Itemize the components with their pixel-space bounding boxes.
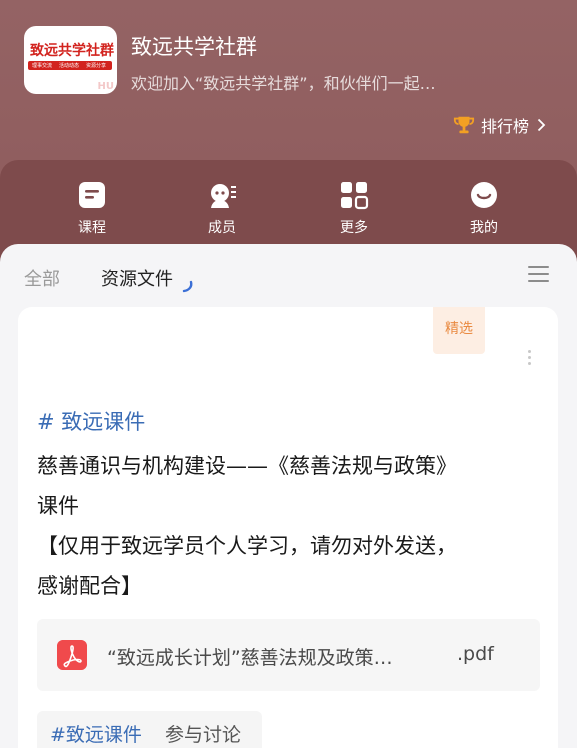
logo-banner-item: 资源分享 xyxy=(86,63,107,69)
logo-banner-item: 活动动态 xyxy=(59,63,80,69)
nav-label: 我的 xyxy=(470,220,498,236)
ranking-label: 排行榜 xyxy=(481,117,530,136)
logo-corner-text: HU xyxy=(97,81,115,92)
logo-text: 致远共学社群 xyxy=(30,43,114,59)
file-extension: .pdf xyxy=(457,643,494,665)
group-logo[interactable]: 致远共学社群 理事交流 活动动态 资源分享 HU xyxy=(24,26,117,94)
nav-item-mine[interactable]: 我的 xyxy=(439,180,529,237)
post-line: 课件 xyxy=(37,494,79,518)
post-line: 慈善通识与机构建设——《慈善法规与政策》 xyxy=(37,454,457,478)
menu-icon[interactable] xyxy=(528,264,550,284)
nav-item-members[interactable]: 成员 xyxy=(177,180,267,237)
post-hashtag[interactable]: # 致远课件 xyxy=(37,406,145,436)
grid-icon xyxy=(341,182,369,210)
pdf-icon xyxy=(57,640,87,670)
logo-banner-item: 理事交流 xyxy=(32,63,53,69)
tab-all[interactable]: 全部 xyxy=(24,265,60,291)
ranking-button[interactable]: 排行榜 xyxy=(453,113,546,137)
course-icon xyxy=(79,182,105,208)
featured-badge: 精选 xyxy=(433,307,485,354)
group-title: 致远共学社群 xyxy=(131,35,257,59)
tab-active-indicator xyxy=(182,280,193,293)
nav-item-course[interactable]: 课程 xyxy=(47,180,137,237)
post-body: 慈善通识与机构建设——《慈善法规与政策》 课件 【仅用于致远学员个人学习，请勿对… xyxy=(37,446,537,606)
more-options-icon[interactable] xyxy=(524,347,534,369)
nav-label: 更多 xyxy=(340,220,368,236)
tab-resources[interactable]: 资源文件 xyxy=(101,265,173,291)
post-line: 【仅用于致远学员个人学习，请勿对外发送， xyxy=(37,534,457,558)
nav-item-more[interactable]: 更多 xyxy=(309,180,399,237)
discussion-label: 参与讨论 xyxy=(165,724,242,746)
file-name: “致远成长计划”慈善法规及政策… xyxy=(107,647,393,669)
chevron-right-icon xyxy=(537,118,546,132)
smile-icon xyxy=(471,182,497,208)
discussion-hashtag: #致远课件 xyxy=(50,724,142,746)
logo-banner: 理事交流 活动动态 资源分享 xyxy=(28,61,112,70)
trophy-icon xyxy=(453,116,475,134)
post-line: 感谢配合】 xyxy=(37,574,142,598)
members-icon xyxy=(211,184,236,208)
group-description[interactable]: 欢迎加入“致远共学社群”，和伙伴们一起… xyxy=(131,70,511,94)
nav-label: 课程 xyxy=(78,220,106,236)
nav-label: 成员 xyxy=(208,220,236,236)
